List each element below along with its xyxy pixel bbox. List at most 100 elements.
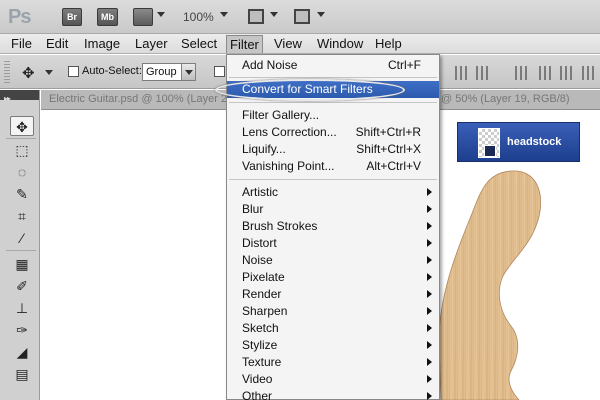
menu-item-pixelate[interactable]: Pixelate <box>227 269 439 286</box>
menu-item-label: Convert for Smart Filters <box>242 82 373 96</box>
menu-item-label: Sharpen <box>242 304 288 318</box>
menu-item-other[interactable]: Other <box>227 388 439 400</box>
auto-select-target-value: Group <box>146 66 177 78</box>
menu-item-sketch[interactable]: Sketch <box>227 320 439 337</box>
auto-select-target-select[interactable]: Group <box>142 63 196 81</box>
menu-window[interactable]: Window <box>314 36 366 52</box>
menu-item-liquify[interactable]: Liquify... Shift+Ctrl+X <box>227 141 439 158</box>
move-tool-icon[interactable]: ✥ <box>22 64 35 82</box>
eyedropper-tool-icon[interactable]: ⁄ <box>10 228 34 248</box>
distribute-top-edges-icon[interactable] <box>515 66 529 80</box>
chevron-down-icon <box>181 64 195 80</box>
menu-item-label: Noise <box>242 253 273 267</box>
distribute-bottom-edges-icon[interactable] <box>560 66 574 80</box>
menu-item-brush-strokes[interactable]: Brush Strokes <box>227 218 439 235</box>
submenu-arrow-icon <box>427 205 432 213</box>
layer-name-label: headstock <box>507 136 562 148</box>
menu-separator <box>229 102 437 103</box>
menu-item-lens-correction[interactable]: Lens Correction... Shift+Ctrl+R <box>227 124 439 141</box>
menu-item-label: Stylize <box>242 338 278 352</box>
menu-layer[interactable]: Layer <box>132 36 171 52</box>
menu-image[interactable]: Image <box>81 36 123 52</box>
menu-item-label: Sketch <box>242 321 279 335</box>
screen-mode-icon[interactable] <box>294 9 310 24</box>
layer-thumbnail-callout: headstock <box>457 122 580 162</box>
menu-help[interactable]: Help <box>372 36 405 52</box>
smart-object-badge-icon <box>484 145 496 157</box>
brush-tool-icon[interactable]: ✐ <box>10 276 34 296</box>
menu-item-label: Liquify... <box>242 142 286 156</box>
tools-panel-header[interactable]: ▸▸ <box>0 90 39 103</box>
options-bar-grip[interactable] <box>4 61 10 83</box>
menu-item-label: Blur <box>242 202 264 216</box>
submenu-arrow-icon <box>427 392 432 400</box>
menu-separator <box>229 77 437 78</box>
distribute-vertical-centers-icon[interactable] <box>539 66 553 80</box>
submenu-arrow-icon <box>427 256 432 264</box>
screen-mode-dropdown-icon[interactable] <box>317 12 325 17</box>
document-tab-title-secondary[interactable]: @ 50% (Layer 19, RGB/8) <box>441 93 570 105</box>
menu-item-label: Distort <box>242 236 277 250</box>
menu-item-artistic[interactable]: Artistic <box>227 184 439 201</box>
eraser-tool-icon[interactable]: ◢ <box>10 342 34 362</box>
menu-item-sharpen[interactable]: Sharpen <box>227 303 439 320</box>
crop-tool-icon[interactable]: ⌗ <box>10 206 34 226</box>
menu-item-last-filter[interactable]: Add Noise Ctrl+F <box>227 57 439 74</box>
menu-item-label: Texture <box>242 355 282 369</box>
submenu-arrow-icon <box>427 188 432 196</box>
distribute-left-edges-icon[interactable] <box>582 66 596 80</box>
menu-view[interactable]: View <box>271 36 305 52</box>
spot-healing-tool-icon[interactable]: ▦ <box>10 254 34 274</box>
view-extras-dropdown-icon[interactable] <box>157 12 165 17</box>
menu-file[interactable]: File <box>8 36 35 52</box>
photoshop-logo: Ps <box>8 6 31 28</box>
menu-item-filter-gallery[interactable]: Filter Gallery... <box>227 107 439 124</box>
arrange-documents-icon[interactable] <box>248 9 264 24</box>
menu-item-shortcut: Shift+Ctrl+R <box>355 125 421 139</box>
auto-select-label: Auto-Select: <box>82 65 142 77</box>
launch-minibridge-button[interactable]: Mb <box>97 8 118 26</box>
menu-item-noise[interactable]: Noise <box>227 252 439 269</box>
zoom-level[interactable]: 100% <box>183 10 214 24</box>
submenu-arrow-icon <box>427 239 432 247</box>
menu-item-label: Lens Correction... <box>242 125 337 139</box>
menu-item-distort[interactable]: Distort <box>227 235 439 252</box>
menu-item-label: Other <box>242 389 273 400</box>
menu-item-video[interactable]: Video <box>227 371 439 388</box>
clone-stamp-tool-icon[interactable]: ⊥ <box>10 298 34 318</box>
collapse-panel-icon[interactable]: ▸▸ <box>0 94 11 103</box>
submenu-arrow-icon <box>427 222 432 230</box>
marquee-tool-icon[interactable]: ⬚ <box>10 140 34 160</box>
history-brush-tool-icon[interactable]: ✑ <box>10 320 34 340</box>
launch-bridge-button[interactable]: Br <box>62 8 82 26</box>
menu-item-label: Vanishing Point... <box>242 159 335 173</box>
menu-item-convert-for-smart-filters[interactable]: Convert for Smart Filters <box>227 81 439 98</box>
lasso-tool-icon[interactable]: ◌ <box>10 162 34 182</box>
menu-item-shortcut: Shift+Ctrl+X <box>356 142 421 156</box>
move-tool[interactable]: ✥ <box>10 116 34 136</box>
menu-item-texture[interactable]: Texture <box>227 354 439 371</box>
menu-item-blur[interactable]: Blur <box>227 201 439 218</box>
show-transform-controls-checkbox[interactable] <box>214 66 225 77</box>
menu-item-shortcut: Ctrl+F <box>388 58 421 72</box>
gradient-tool-icon[interactable]: ▤ <box>10 364 34 384</box>
arrange-dropdown-icon[interactable] <box>270 12 278 17</box>
menu-filter[interactable]: Filter <box>226 35 263 53</box>
submenu-arrow-icon <box>427 290 432 298</box>
view-extras-icon[interactable] <box>133 8 153 26</box>
menu-item-label: Add Noise <box>242 58 298 72</box>
menu-item-label: Pixelate <box>242 270 285 284</box>
menu-item-stylize[interactable]: Stylize <box>227 337 439 354</box>
menu-item-render[interactable]: Render <box>227 286 439 303</box>
tool-divider <box>6 138 36 139</box>
tool-preset-dropdown-icon[interactable] <box>45 70 53 75</box>
auto-select-checkbox[interactable] <box>68 66 79 77</box>
menu-edit[interactable]: Edit <box>43 36 71 52</box>
menu-select[interactable]: Select <box>178 36 220 52</box>
quick-selection-tool-icon[interactable]: ✎ <box>10 184 34 204</box>
menu-item-vanishing-point[interactable]: Vanishing Point... Alt+Ctrl+V <box>227 158 439 175</box>
zoom-dropdown-icon[interactable] <box>220 12 228 17</box>
filter-menu-dropdown: Add Noise Ctrl+F Convert for Smart Filte… <box>226 54 440 400</box>
align-left-edges-icon[interactable] <box>455 66 469 80</box>
align-horizontal-centers-icon[interactable] <box>476 66 490 80</box>
